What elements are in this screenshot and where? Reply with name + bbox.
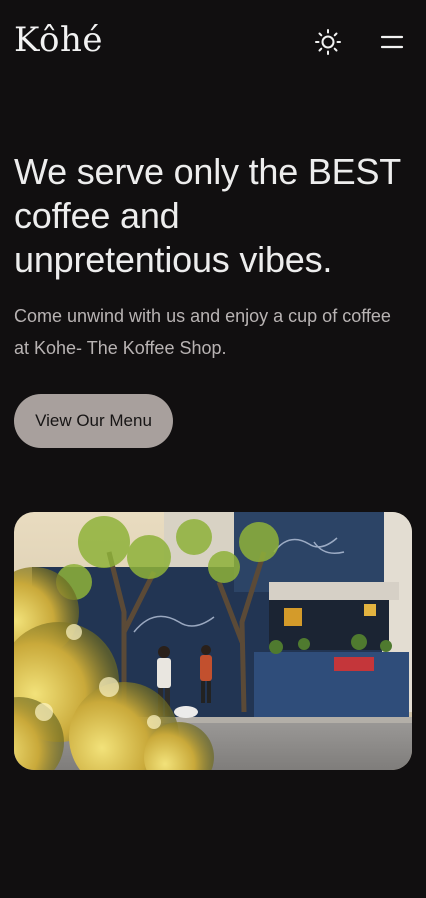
headline-line-3: unpretentious vibes.	[14, 239, 333, 280]
brand-logo[interactable]: Kôhé	[14, 20, 103, 60]
site-header: Kôhé	[0, 0, 426, 86]
hero-section: We serve only the BEST coffee and unpret…	[14, 150, 414, 364]
hero-headline: We serve only the BEST coffee and unpret…	[14, 150, 414, 282]
headline-line-1: We serve only the BEST	[14, 151, 402, 192]
hamburger-menu-icon	[380, 35, 404, 49]
menu-button[interactable]	[380, 31, 404, 53]
theme-toggle-button[interactable]	[314, 28, 342, 56]
headline-line-2: coffee and	[14, 195, 180, 236]
sun-icon	[315, 29, 341, 55]
hero-subtext: Come unwind with us and enjoy a cup of c…	[14, 306, 391, 358]
storefront-photo	[14, 512, 412, 770]
view-menu-button[interactable]: View Our Menu	[14, 394, 173, 448]
